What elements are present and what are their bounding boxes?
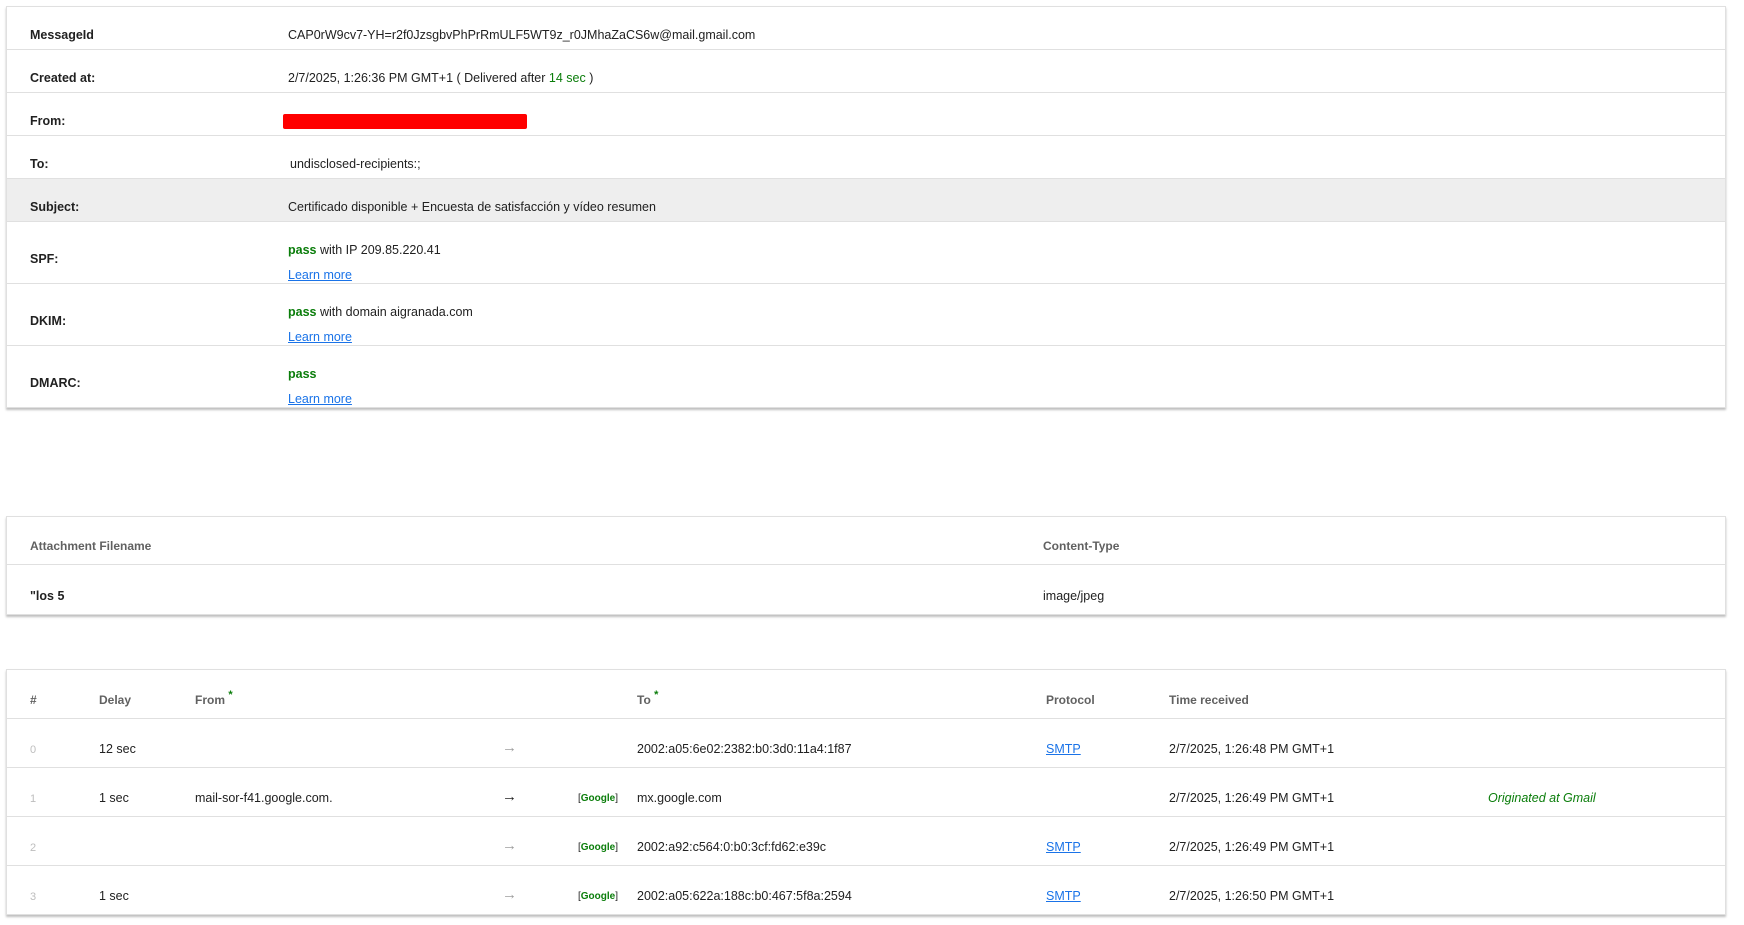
subject-value: Certificado disponible + Encuesta de sat… xyxy=(288,200,656,214)
arrow-right-icon: → xyxy=(502,739,517,756)
to-label: To: xyxy=(30,157,49,171)
hop-to: 2002:a92:c564:0:b0:3cf:fd62:e39c xyxy=(637,840,827,854)
hop-protocol-link[interactable]: SMTP xyxy=(1046,742,1081,756)
dkim-result: pass xyxy=(288,305,317,319)
from-header-star: * xyxy=(228,689,233,701)
arrow-right-icon: → xyxy=(502,837,517,854)
hop-row: 1 1 sec mail-sor-f41.google.com. → [Goog… xyxy=(7,768,1725,817)
to-value: undisclosed-recipients:; xyxy=(290,157,421,171)
protocol-header: Protocol xyxy=(1046,693,1095,707)
dkim-value: pass with domain aigranada.com xyxy=(288,305,473,319)
to-header-label: To xyxy=(637,693,651,707)
arrow-right-icon: → xyxy=(502,886,517,903)
hop-time-received: 2/7/2025, 1:26:49 PM GMT+1 xyxy=(1169,791,1335,805)
delay-header: Delay xyxy=(99,693,132,707)
subject-row: Subject: Certificado disponible + Encues… xyxy=(7,179,1725,222)
hop-row: 3 1 sec → [Google] 2002:a05:622a:188c:b0… xyxy=(7,866,1725,915)
attachments-card: Attachment Filename Content-Type "los 5 … xyxy=(6,516,1726,615)
hop-protocol-link[interactable]: SMTP xyxy=(1046,840,1081,854)
to-header: To * xyxy=(637,689,658,707)
google-tag-label: Google xyxy=(580,793,616,804)
from-header-label: From xyxy=(195,693,225,707)
dmarc-value: pass xyxy=(288,367,317,381)
google-tag: [Google] xyxy=(578,842,619,853)
hop-delay: 1 sec xyxy=(99,889,129,903)
hop-index: 3 xyxy=(30,891,37,903)
attachment-row: "los 5 image/jpeg xyxy=(7,565,1725,615)
attachment-filename-header: Attachment Filename xyxy=(30,539,152,553)
hop-index: 2 xyxy=(30,842,37,854)
from-row: From: xyxy=(7,93,1725,136)
hop-time-received: 2/7/2025, 1:26:50 PM GMT+1 xyxy=(1169,889,1335,903)
attachment-content-type: image/jpeg xyxy=(1043,589,1105,603)
attachments-header-row: Attachment Filename Content-Type xyxy=(7,517,1725,565)
content-type-header: Content-Type xyxy=(1043,539,1120,553)
time-received-header: Time received xyxy=(1169,693,1249,707)
created-at-label: Created at: xyxy=(30,71,96,85)
hop-delay: 1 sec xyxy=(99,791,129,805)
delivery-delay: 14 sec xyxy=(548,71,586,85)
hop-from: mail-sor-f41.google.com. xyxy=(195,791,333,805)
dkim-detail: with domain aigranada.com xyxy=(319,305,473,319)
origin-note: Originated at Gmail xyxy=(1488,791,1596,805)
created-at-row: Created at: 2/7/2025, 1:26:36 PM GMT+1 (… xyxy=(7,50,1725,93)
spf-result: pass xyxy=(288,243,317,257)
hop-to: mx.google.com xyxy=(637,791,722,805)
arrow-right-icon: → xyxy=(502,788,517,805)
message-id-label: MessageId xyxy=(30,28,94,42)
to-header-star: * xyxy=(654,689,659,701)
spf-learn-more-link[interactable]: Learn more xyxy=(288,268,352,282)
from-label: From: xyxy=(30,114,66,128)
hop-index-header: # xyxy=(30,693,37,707)
dmarc-row: DMARC: pass Learn more xyxy=(7,346,1725,408)
dmarc-label: DMARC: xyxy=(30,376,81,390)
message-id-row: MessageId CAP0rW9cv7-YH=r2f0JzsgbvPhPrRm… xyxy=(7,7,1725,50)
to-row: To: undisclosed-recipients:; xyxy=(7,136,1725,179)
google-tag: [Google] xyxy=(578,891,619,902)
hop-protocol-link[interactable]: SMTP xyxy=(1046,889,1081,903)
google-tag-label: Google xyxy=(580,842,616,853)
hop-to: 2002:a05:6e02:2382:b0:3d0:11a4:1f87 xyxy=(637,742,852,756)
dkim-learn-more-link[interactable]: Learn more xyxy=(288,330,352,344)
hop-row: 0 12 sec → 2002:a05:6e02:2382:b0:3d0:11a… xyxy=(7,719,1725,768)
spf-value: pass with IP 209.85.220.41 xyxy=(288,243,441,257)
created-at-suffix: ) xyxy=(589,71,594,85)
spf-row: SPF: pass with IP 209.85.220.41 Learn mo… xyxy=(7,222,1725,284)
dmarc-learn-more-link[interactable]: Learn more xyxy=(288,392,352,406)
dkim-row: DKIM: pass with domain aigranada.com Lea… xyxy=(7,284,1725,346)
subject-label: Subject: xyxy=(30,200,80,214)
dmarc-result: pass xyxy=(288,367,317,381)
spf-label: SPF: xyxy=(30,252,59,266)
google-tag: [Google] xyxy=(578,793,619,804)
hop-to: 2002:a05:622a:188c:b0:467:5f8a:2594 xyxy=(637,889,852,903)
hop-row: 2 → [Google] 2002:a92:c564:0:b0:3cf:fd62… xyxy=(7,817,1725,866)
created-at-value: 2/7/2025, 1:26:36 PM GMT+1 ( Delivered a… xyxy=(288,71,593,85)
google-tag-label: Google xyxy=(580,891,616,902)
hop-time-received: 2/7/2025, 1:26:48 PM GMT+1 xyxy=(1169,742,1335,756)
hop-delay: 12 sec xyxy=(99,742,136,756)
hop-time-received: 2/7/2025, 1:26:49 PM GMT+1 xyxy=(1169,840,1335,854)
hop-index: 1 xyxy=(30,793,37,805)
dkim-label: DKIM: xyxy=(30,314,67,328)
from-header: From * xyxy=(195,689,233,707)
redacted-sender xyxy=(283,114,527,129)
attachment-filename: "los 5 xyxy=(30,589,65,603)
message-id-value: CAP0rW9cv7-YH=r2f0JzsgbvPhPrRmULF5WT9z_r… xyxy=(288,28,756,42)
hops-header-row: # Delay From * To * Protocol Time receiv… xyxy=(7,670,1725,719)
spf-detail: with IP 209.85.220.41 xyxy=(319,243,441,257)
created-at-timestamp: 2/7/2025, 1:26:36 PM GMT+1 ( Delivered a… xyxy=(288,71,546,85)
hops-card: # Delay From * To * Protocol Time receiv… xyxy=(6,669,1726,915)
summary-card: MessageId CAP0rW9cv7-YH=r2f0JzsgbvPhPrRm… xyxy=(6,6,1726,408)
hop-index: 0 xyxy=(30,744,37,756)
